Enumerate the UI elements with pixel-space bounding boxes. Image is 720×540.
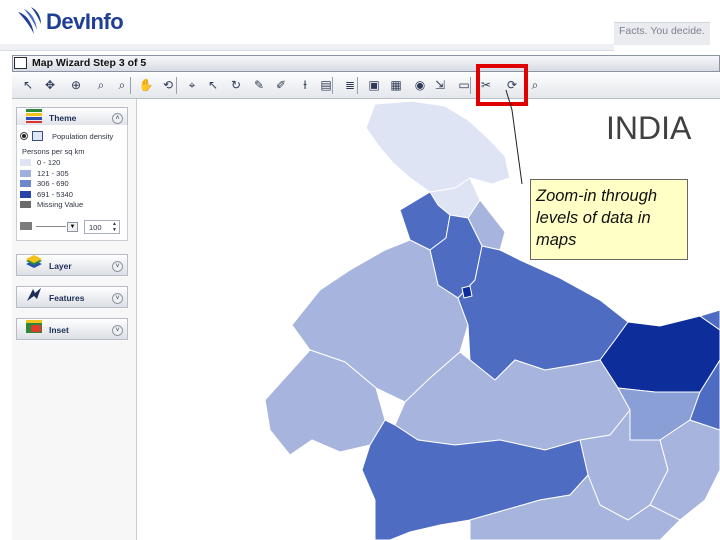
image-icon[interactable]: ▦: [388, 77, 404, 93]
india-choropleth-map[interactable]: [137, 99, 720, 540]
legend-swatch: [20, 190, 31, 198]
legend-swatch: [20, 159, 31, 166]
inset-section-label: Inset: [49, 325, 69, 335]
legend-swatch: [20, 180, 31, 187]
indicator-icon: [32, 131, 43, 141]
zoom-in-icon[interactable]: ⌕: [93, 77, 109, 93]
tagline: Facts. You decide.: [619, 25, 705, 37]
indicator-name: Population density: [52, 132, 114, 141]
zoom-levels-icon[interactable]: ⌕: [527, 77, 543, 93]
hand-icon[interactable]: ✋: [138, 77, 154, 93]
features-icon: [27, 288, 41, 301]
text-cursor-icon[interactable]: Ɨ: [297, 77, 313, 93]
theme-radio-dot: [22, 134, 26, 138]
features-expand-icon[interactable]: ˅: [112, 293, 123, 304]
logo-text: DevInfo: [46, 9, 124, 34]
toolbar-separator: [332, 77, 333, 94]
layer-section-label: Layer: [49, 261, 72, 271]
legend-swatch: [20, 201, 31, 208]
legend-label: 0 - 120: [37, 158, 61, 167]
inset-icon: [26, 320, 42, 333]
pan-icon[interactable]: ✥: [42, 77, 58, 93]
export-icon[interactable]: ⇲: [432, 77, 448, 93]
legend-label: 306 - 690: [37, 179, 69, 188]
legend-label: 691 - 5340: [37, 189, 73, 199]
layer-expand-icon[interactable]: ˅: [112, 261, 123, 272]
toolbar-separator: [130, 77, 131, 94]
layer-stack-icon: [26, 255, 42, 268]
opacity-dropdown-icon[interactable]: ▼: [67, 222, 78, 232]
map-title: INDIA: [606, 110, 692, 146]
opacity-spinner-icon[interactable]: ▲ ▼: [112, 221, 118, 233]
toolbar-separator: [176, 77, 177, 94]
toolbar-separator: [470, 77, 471, 94]
callout-text: Zoom-in through levels of data in maps: [536, 187, 658, 249]
header-rule: [0, 44, 614, 51]
layer-order-icon[interactable]: ≣: [342, 77, 358, 93]
toolbar-separator: [357, 77, 358, 94]
select-icon[interactable]: ↖: [20, 77, 36, 93]
theme-section-label: Theme: [49, 113, 77, 123]
state-delhi[interactable]: [461, 285, 473, 299]
window-title: Map Wizard Step 3 of 5: [32, 57, 147, 69]
features-section-label: Features: [49, 293, 85, 303]
legend-label: Missing Value: [37, 200, 84, 209]
zoom-out-icon[interactable]: ⌕: [114, 77, 130, 93]
opacity-slider-track[interactable]: [36, 226, 66, 227]
opacity-value: 100: [89, 223, 102, 232]
theme-collapse-icon[interactable]: ˄: [112, 113, 123, 124]
legend-swatch: [20, 169, 31, 177]
zoom-tool-highlight: [476, 64, 528, 106]
save-icon[interactable]: ▣: [366, 77, 382, 93]
edit-icon[interactable]: ✐: [273, 77, 289, 93]
rotate-icon[interactable]: ↻: [228, 77, 244, 93]
back-icon[interactable]: ⟲: [160, 77, 176, 93]
full-extent-icon[interactable]: ⊕: [68, 77, 84, 93]
legend-unit: Persons per sq km: [22, 147, 85, 156]
theme-stack-icon: [26, 109, 42, 123]
label-icon[interactable]: ⌖: [184, 77, 200, 93]
opacity-swatch: [20, 222, 32, 230]
draw-icon[interactable]: ✎: [251, 77, 267, 93]
select-arrow-icon[interactable]: ↖: [205, 77, 221, 93]
inset-expand-icon[interactable]: ˅: [112, 325, 123, 336]
devinfo-swoosh-icon: [18, 7, 41, 34]
callout-note: Zoom-in through levels of data in maps: [530, 179, 688, 260]
map-wizard-icon: [14, 57, 27, 69]
legend-label: 121 - 305: [37, 168, 69, 178]
circle-icon[interactable]: ◉: [412, 77, 428, 93]
